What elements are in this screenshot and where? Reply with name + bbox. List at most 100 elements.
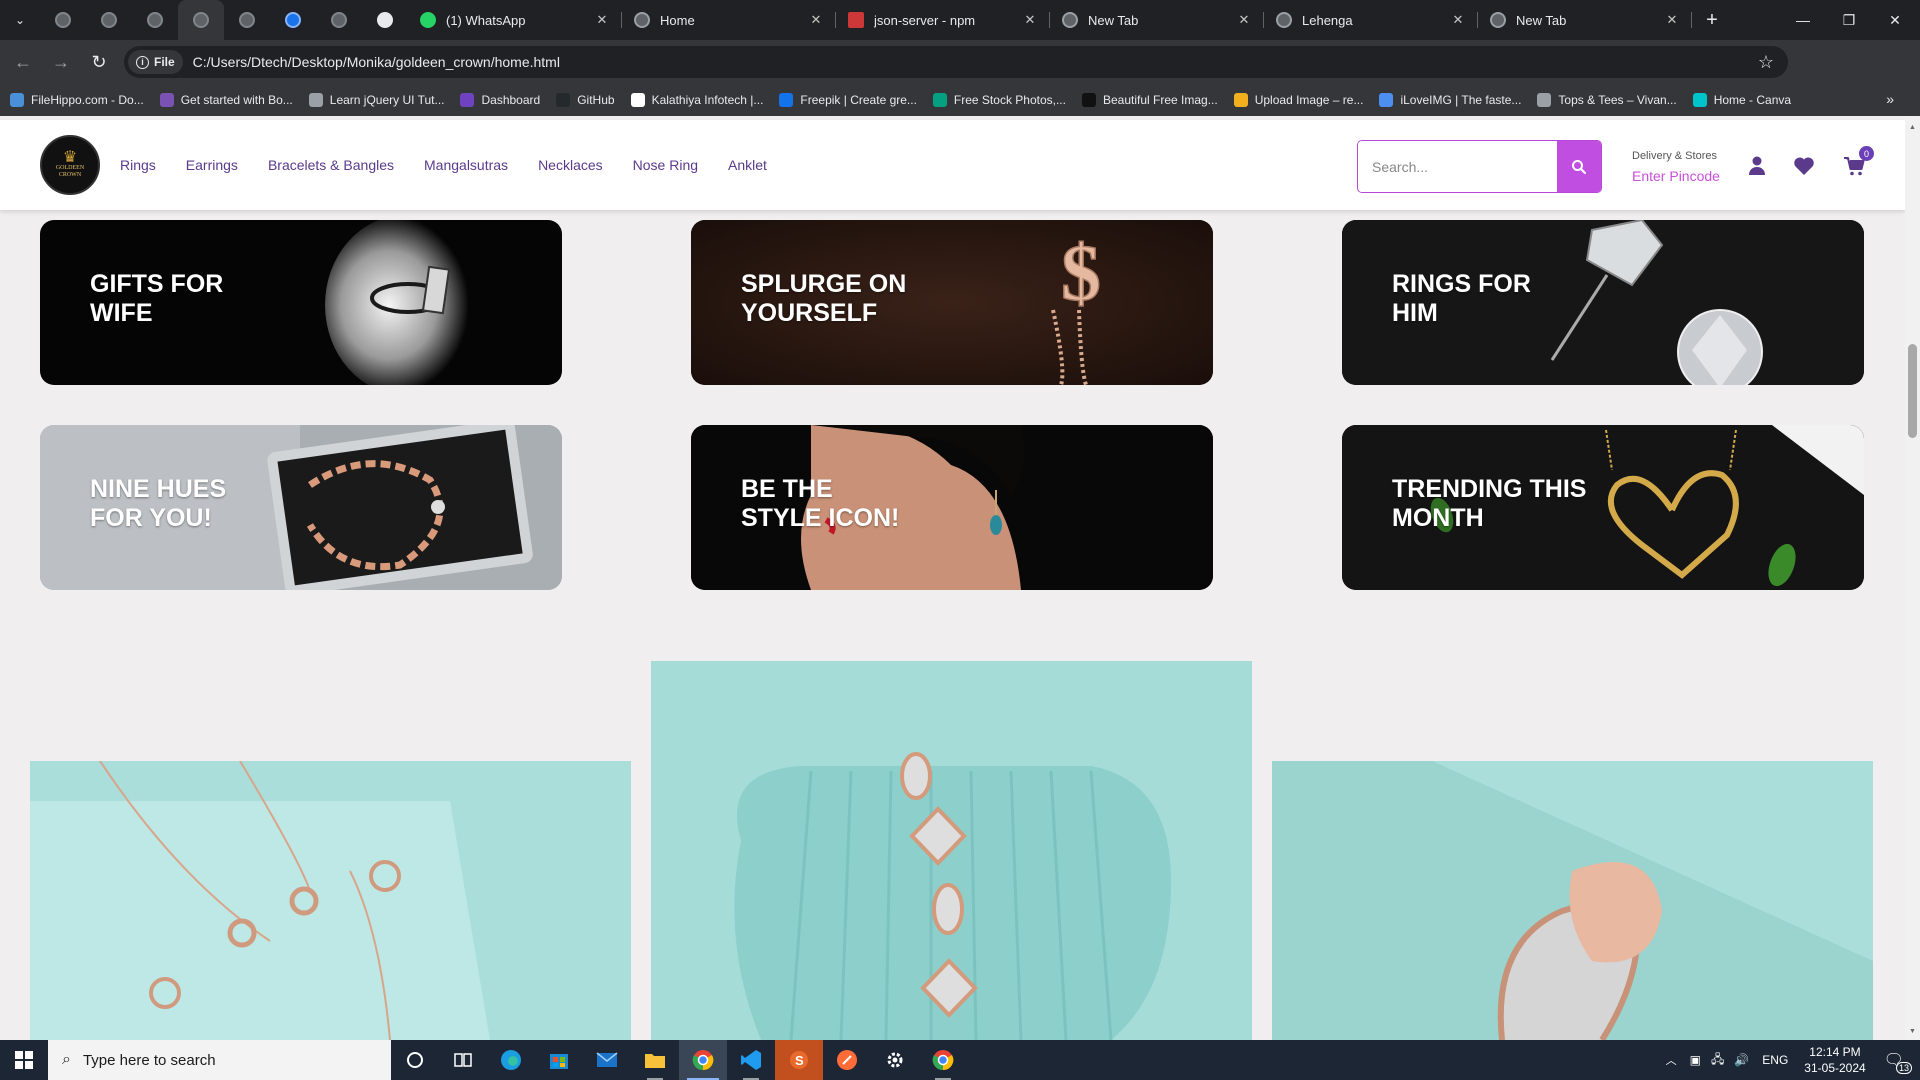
card-be-the-style-icon[interactable]: BE THE STYLE ICON! (691, 425, 1213, 590)
bookmarks-overflow-icon[interactable]: » (1886, 91, 1894, 107)
microsoft-store-icon[interactable] (535, 1040, 583, 1080)
bookmark-item[interactable]: Tops & Tees – Vivan... (1537, 93, 1677, 107)
window-close-icon[interactable]: ✕ (1872, 0, 1918, 40)
card-trending-this-month[interactable]: TRENDING THIS MONTH (1342, 425, 1864, 590)
product-ring-image[interactable] (1272, 761, 1873, 1040)
reload-icon[interactable]: ↻ (82, 45, 116, 79)
scroll-thumb[interactable] (1908, 344, 1917, 438)
bookmark-item[interactable]: GitHub (556, 93, 615, 107)
card-splurge-on-yourself[interactable]: $ SPLURGE ON YOURSELF (691, 220, 1213, 385)
product-earrings-image[interactable] (30, 761, 631, 1040)
bookmark-item[interactable]: FileHippo.com - Do... (10, 93, 144, 107)
restore-icon[interactable]: ❐ (1826, 0, 1872, 40)
taskbar-clock[interactable]: 12:14 PM 31-05-2024 (1804, 1044, 1865, 1076)
bookmark-item[interactable]: Freepik | Create gre... (779, 93, 917, 107)
forward-arrow-icon[interactable]: → (44, 45, 78, 79)
pinned-tab[interactable] (40, 0, 86, 40)
wishlist-heart-icon[interactable] (1792, 154, 1816, 178)
chrome-taskbar-icon[interactable] (679, 1040, 727, 1080)
bookmark-label: Dashboard (481, 93, 541, 107)
cortana-icon[interactable] (391, 1040, 439, 1080)
vscode-icon[interactable] (727, 1040, 775, 1080)
tab-search-chevron-icon[interactable]: ⌄ (0, 0, 40, 40)
file-explorer-icon[interactable] (631, 1040, 679, 1080)
pinned-tab[interactable] (132, 0, 178, 40)
skype-app-icon[interactable]: S (775, 1040, 823, 1080)
pinned-tab[interactable] (224, 0, 270, 40)
taskbar-search[interactable]: ⌕ Type here to search (48, 1040, 391, 1080)
bookmark-item[interactable]: Kalathiya Infotech |... (630, 93, 763, 107)
bookmark-item[interactable]: Upload Image – re... (1233, 93, 1364, 107)
nav-rings[interactable]: Rings (120, 157, 156, 173)
bookmark-favicon-icon (1692, 93, 1707, 107)
bookmark-item[interactable]: Get started with Bo... (159, 93, 293, 107)
postman-icon[interactable] (823, 1040, 871, 1080)
tab-new-tab[interactable]: New Tab ✕ (1050, 0, 1264, 40)
windows-start-button[interactable] (0, 1040, 48, 1080)
search-button[interactable] (1557, 141, 1601, 192)
tab-home[interactable]: Home ✕ (622, 0, 836, 40)
nav-anklet[interactable]: Anklet (728, 157, 767, 173)
site-info-chip[interactable]: i File (128, 50, 183, 74)
logo-text-line1: GOLDEEN (55, 165, 85, 171)
card-title-line2: STYLE ICON! (741, 504, 900, 532)
tray-app-icon[interactable]: ▣ (1690, 1053, 1701, 1067)
product-bracelet-image[interactable] (651, 661, 1252, 1040)
pinned-tab[interactable] (86, 0, 132, 40)
bookmark-item[interactable]: Home - Canva (1692, 93, 1791, 107)
close-icon[interactable]: ✕ (1664, 12, 1680, 28)
new-tab-plus-icon[interactable]: + (1692, 9, 1732, 32)
minimize-icon[interactable]: — (1780, 0, 1826, 40)
bookmark-star-icon[interactable]: ☆ (1758, 52, 1774, 73)
card-rings-for-him[interactable]: RINGS FOR HIM (1342, 220, 1864, 385)
bookmark-item[interactable]: Learn jQuery UI Tut... (308, 93, 444, 107)
tray-chevron-up-icon[interactable]: ︿ (1666, 1052, 1677, 1068)
nav-mangalsutras[interactable]: Mangalsutras (424, 157, 508, 173)
card-nine-hues-for-you[interactable]: NINE HUES FOR YOU! (40, 425, 562, 590)
edge-browser-icon[interactable] (487, 1040, 535, 1080)
cart-icon[interactable]: 0 (1842, 146, 1874, 178)
pinned-tab[interactable] (270, 0, 316, 40)
search-input[interactable] (1358, 141, 1557, 192)
notifications-icon[interactable]: 🗨 13 (1884, 1050, 1912, 1074)
page-scrollbar[interactable]: ▲ ▼ (1905, 120, 1920, 1040)
card-title: TRENDING THIS MONTH (1392, 475, 1692, 533)
task-view-icon[interactable] (439, 1040, 487, 1080)
goldeen-crown-logo[interactable]: ♛ GOLDEEN CROWN (40, 135, 100, 195)
input-language[interactable]: ENG (1762, 1053, 1788, 1067)
bookmark-item[interactable]: Beautiful Free Imag... (1081, 93, 1218, 107)
tab-new-tab[interactable]: New Tab ✕ (1478, 0, 1692, 40)
chrome-profile-taskbar-icon[interactable] (919, 1040, 967, 1080)
pinned-tab[interactable] (362, 0, 408, 40)
nav-earrings[interactable]: Earrings (186, 157, 238, 173)
tab-whatsapp[interactable]: (1) WhatsApp ✕ (408, 0, 622, 40)
settings-gear-icon[interactable] (871, 1040, 919, 1080)
tab-lehenga[interactable]: Lehenga ✕ (1264, 0, 1478, 40)
tab-json-server[interactable]: json-server - npm ✕ (836, 0, 1050, 40)
scroll-up-arrow-icon[interactable]: ▲ (1908, 124, 1917, 132)
volume-icon[interactable]: 🔊 (1734, 1053, 1749, 1067)
close-icon[interactable]: ✕ (594, 12, 610, 28)
pinned-tab-active[interactable] (178, 0, 224, 40)
pinned-tab[interactable] (316, 0, 362, 40)
close-icon[interactable]: ✕ (808, 12, 824, 28)
nav-nose-ring[interactable]: Nose Ring (633, 157, 698, 173)
bookmark-item[interactable]: Free Stock Photos,... (932, 93, 1066, 107)
address-bar[interactable]: i File C:/Users/Dtech/Desktop/Monika/gol… (124, 46, 1788, 78)
bookmark-item[interactable]: iLoveIMG | The faste... (1379, 93, 1521, 107)
nav-necklaces[interactable]: Necklaces (538, 157, 603, 173)
delivery-stores[interactable]: Delivery & Stores Enter Pincode (1632, 150, 1720, 184)
back-arrow-icon[interactable]: ← (6, 45, 40, 79)
user-account-icon[interactable] (1745, 154, 1769, 178)
nav-bracelets-bangles[interactable]: Bracelets & Bangles (268, 157, 394, 173)
bookmark-item[interactable]: Dashboard (460, 93, 540, 107)
close-icon[interactable]: ✕ (1022, 12, 1038, 28)
scroll-down-arrow-icon[interactable]: ▼ (1908, 1028, 1917, 1036)
close-icon[interactable]: ✕ (1450, 12, 1466, 28)
enter-pincode-link[interactable]: Enter Pincode (1632, 168, 1720, 184)
mail-icon[interactable] (583, 1040, 631, 1080)
network-icon[interactable]: 🖧 (1711, 1050, 1724, 1071)
card-gifts-for-wife[interactable]: GIFTS FOR WIFE (40, 220, 562, 385)
close-icon[interactable]: ✕ (1236, 12, 1252, 28)
bookmark-label: Upload Image – re... (1254, 93, 1364, 107)
